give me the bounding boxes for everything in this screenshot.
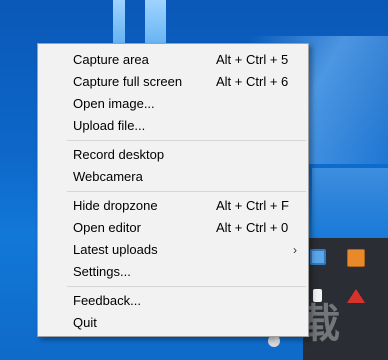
menu-item-capture-full-screen[interactable]: Capture full screen Alt + Ctrl + 6	[38, 71, 308, 93]
menu-item-upload-file[interactable]: Upload file...	[38, 115, 308, 137]
menu-item-label: Open image...	[73, 96, 155, 111]
menu-item-label: Webcamera	[73, 169, 143, 184]
menu-item-feedback[interactable]: Feedback...	[38, 290, 308, 312]
menu-item-label: Latest uploads	[73, 242, 158, 257]
menu-item-record-desktop[interactable]: Record desktop	[38, 144, 308, 166]
menu-item-label: Feedback...	[73, 293, 141, 308]
menu-item-open-editor[interactable]: Open editor Alt + Ctrl + 0	[38, 217, 308, 239]
chevron-right-icon: ›	[293, 243, 297, 257]
menu-item-settings[interactable]: Settings...	[38, 261, 308, 283]
tray-context-menu: Capture area Alt + Ctrl + 5 Capture full…	[37, 43, 309, 337]
menu-item-capture-area[interactable]: Capture area Alt + Ctrl + 5	[38, 49, 308, 71]
menu-item-label: Capture full screen	[73, 74, 183, 89]
menu-item-open-image[interactable]: Open image...	[38, 93, 308, 115]
tray-app-icon[interactable]	[310, 249, 326, 265]
menu-item-label: Quit	[73, 315, 97, 330]
menu-item-latest-uploads[interactable]: Latest uploads ›	[38, 239, 308, 261]
menu-item-shortcut: Alt + Ctrl + 6	[216, 74, 289, 89]
menu-separator	[38, 137, 308, 144]
menu-separator	[38, 283, 308, 290]
menu-item-label: Capture area	[73, 52, 149, 67]
tray-folder-icon[interactable]	[347, 249, 365, 267]
menu-item-label: Settings...	[73, 264, 131, 279]
menu-item-shortcut: Alt + Ctrl + F	[216, 198, 289, 213]
menu-item-quit[interactable]: Quit	[38, 312, 308, 334]
menu-item-webcamera[interactable]: Webcamera	[38, 166, 308, 188]
menu-item-shortcut: Alt + Ctrl + 0	[216, 220, 289, 235]
menu-item-hide-dropzone[interactable]: Hide dropzone Alt + Ctrl + F	[38, 195, 308, 217]
menu-separator	[38, 188, 308, 195]
menu-item-label: Open editor	[73, 220, 141, 235]
menu-item-label: Upload file...	[73, 118, 146, 133]
menu-item-shortcut: Alt + Ctrl + 5	[216, 52, 289, 67]
wallpaper-glow	[312, 168, 388, 238]
menu-item-label: Hide dropzone	[73, 198, 158, 213]
menu-item-label: Record desktop	[73, 147, 165, 162]
